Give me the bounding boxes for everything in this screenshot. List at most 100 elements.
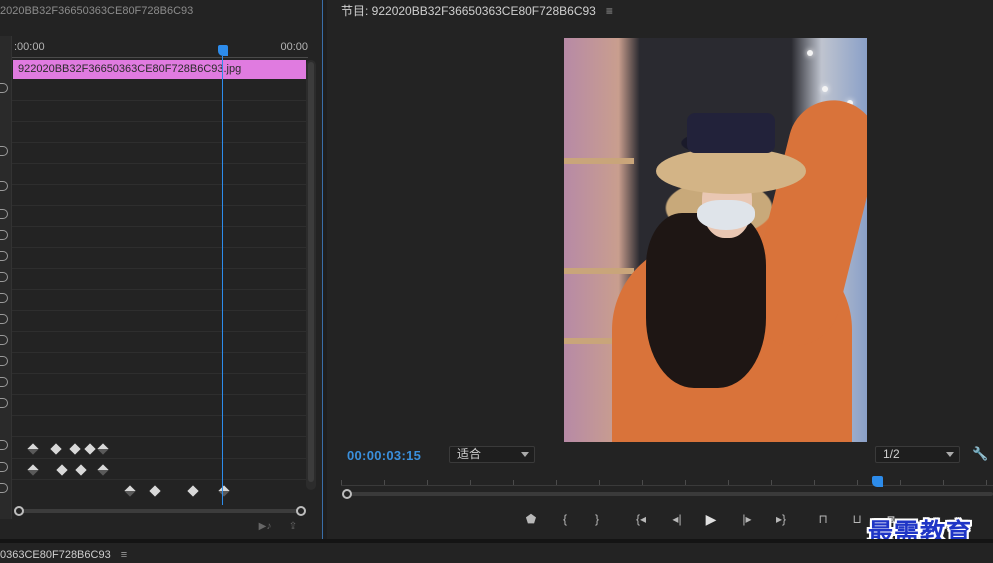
row-divider [12, 121, 306, 122]
keyframe[interactable] [50, 443, 62, 455]
row-divider [12, 373, 306, 374]
keyframe[interactable] [218, 485, 230, 497]
stopwatch-icon[interactable] [0, 146, 8, 156]
keyframe[interactable] [69, 443, 81, 455]
program-monitor-title: 节目: 922020BB32F36650363CE80F728B6C93 [341, 4, 596, 18]
row-divider [12, 415, 306, 416]
keyframe[interactable] [124, 485, 136, 497]
vertical-scrollbar-thumb[interactable] [308, 62, 314, 482]
effect-controls-tab[interactable]: 2020BB32F36650363CE80F728B6C93 [0, 0, 323, 22]
stopwatch-icon[interactable] [0, 356, 8, 366]
keyframe[interactable] [75, 464, 87, 476]
row-divider [12, 436, 306, 437]
effect-property-gutter [0, 36, 12, 519]
stopwatch-icon[interactable] [0, 272, 8, 282]
keyframe[interactable] [97, 443, 109, 455]
timeline-tab[interactable]: 0363CE80F728B6C93 ≡ [0, 549, 127, 561]
step-forward-icon[interactable]: |▸ [738, 510, 756, 528]
stopwatch-icon[interactable] [0, 209, 8, 219]
timeline-title: 0363CE80F728B6C93 [0, 549, 111, 561]
row-divider [12, 394, 306, 395]
row-divider [12, 226, 306, 227]
hat-band [687, 113, 775, 153]
monitor-time-ruler[interactable] [341, 476, 993, 486]
playback-resolution-select[interactable]: 1/2 [875, 446, 960, 463]
marker-icon[interactable]: ⬟ [522, 510, 540, 528]
play-icon[interactable]: ▶ [702, 510, 720, 528]
zoom-handle-left[interactable] [14, 506, 24, 516]
row-divider [12, 247, 306, 248]
row-divider [12, 479, 306, 480]
wrench-icon[interactable]: 🔧 [972, 446, 988, 462]
keyframe[interactable] [149, 485, 161, 497]
stopwatch-icon[interactable] [0, 335, 8, 345]
program-monitor-tab[interactable]: 节目: 922020BB32F36650363CE80F728B6C93 ≡ [341, 0, 613, 22]
hat-brim [656, 148, 806, 194]
row-divider [12, 184, 306, 185]
go-to-out-icon[interactable]: ▸} [772, 510, 790, 528]
audio-only-icon[interactable]: ▶♪ [258, 521, 272, 533]
stopwatch-icon[interactable] [0, 314, 8, 324]
stopwatch-icon[interactable] [0, 398, 8, 408]
clip-bar[interactable]: 922020BB32F36650363CE80F728B6C93.jpg [13, 60, 306, 79]
zoom-level-select[interactable]: 适合 [449, 446, 535, 463]
ceiling-light [807, 50, 813, 56]
stopwatch-icon[interactable] [0, 251, 8, 261]
stopwatch-icon[interactable] [0, 230, 8, 240]
stopwatch-icon[interactable] [0, 462, 8, 472]
panel-menu-icon[interactable]: ≡ [121, 549, 127, 561]
shelf [564, 268, 634, 274]
ruler-start-time: :00:00 [14, 41, 45, 53]
panel-menu-icon[interactable]: ≡ [606, 4, 613, 18]
stopwatch-icon[interactable] [0, 440, 8, 450]
ruler-end-time: 00:00 [280, 41, 308, 53]
effect-controls-time-ruler[interactable]: :00:00 00:00 [12, 36, 308, 60]
playhead-line [222, 56, 223, 505]
zoom-handle-left[interactable] [342, 489, 352, 499]
row-divider [12, 163, 306, 164]
lift-icon[interactable]: ⊓ [814, 510, 832, 528]
shelf [564, 158, 634, 164]
timeline-panel: 0363CE80F728B6C93 ≡ [0, 543, 993, 563]
row-divider [12, 352, 306, 353]
ruler-ticks [12, 54, 308, 58]
mark-in-icon[interactable]: { [556, 510, 574, 528]
row-divider [12, 142, 306, 143]
stopwatch-icon[interactable] [0, 181, 8, 191]
playhead-timecode[interactable]: 00:00:03:15 [347, 448, 421, 463]
stopwatch-icon[interactable] [0, 377, 8, 387]
row-divider [12, 205, 306, 206]
face-mask [697, 200, 755, 230]
monitor-zoom-scrollbar[interactable] [341, 489, 993, 499]
chevron-down-icon [521, 452, 529, 457]
keyframe[interactable] [27, 464, 39, 476]
keyframe[interactable] [97, 464, 109, 476]
row-divider [12, 331, 306, 332]
row-divider [12, 268, 306, 269]
go-to-in-icon[interactable]: {◂ [632, 510, 650, 528]
video-preview[interactable] [564, 38, 867, 442]
stopwatch-icon[interactable] [0, 83, 8, 93]
scrollbar-track [347, 492, 993, 496]
zoom-handle-right[interactable] [296, 506, 306, 516]
export-icon[interactable]: ⇪ [286, 521, 300, 533]
stopwatch-icon[interactable] [0, 293, 8, 303]
keyframe[interactable] [56, 464, 68, 476]
scrollbar-track [18, 509, 300, 513]
stopwatch-icon[interactable] [0, 483, 8, 493]
extract-icon[interactable]: ⊔ [848, 510, 866, 528]
playhead-handle[interactable] [218, 45, 228, 56]
horizontal-zoom-scrollbar[interactable] [12, 506, 306, 516]
row-divider [12, 100, 306, 101]
zoom-level-value: 适合 [457, 447, 482, 461]
step-back-icon[interactable]: ◂| [668, 510, 686, 528]
row-divider [12, 310, 306, 311]
row-divider [12, 289, 306, 290]
monitor-playhead-handle[interactable] [872, 476, 883, 487]
keyframe[interactable] [27, 443, 39, 455]
ceiling-light [822, 86, 828, 92]
program-monitor-panel: 节目: 922020BB32F36650363CE80F728B6C93 ≡ 00… [327, 0, 993, 539]
mark-out-icon[interactable]: } [588, 510, 606, 528]
keyframe[interactable] [187, 485, 199, 497]
keyframe[interactable] [84, 443, 96, 455]
